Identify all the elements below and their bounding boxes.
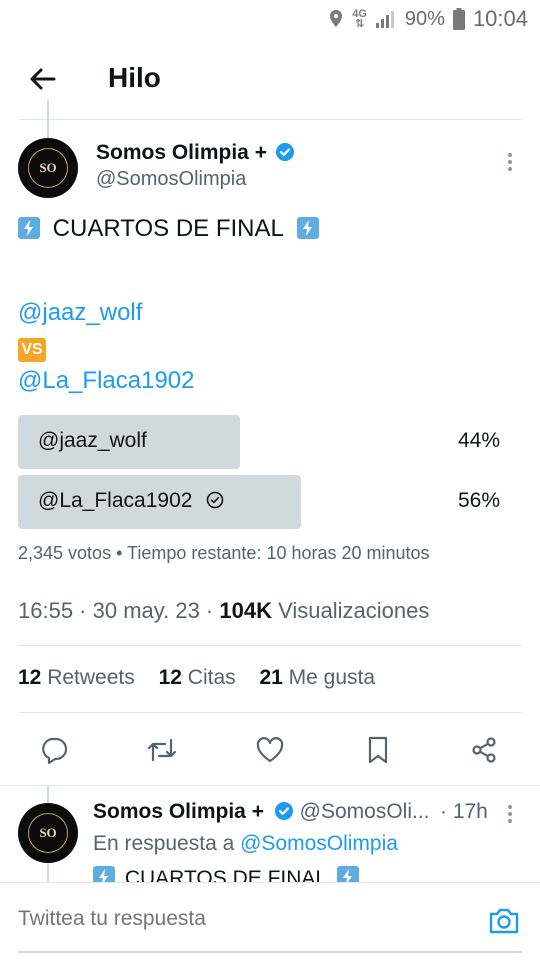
reply-author-handle[interactable]: @SomosOli...: [300, 800, 430, 823]
compose-bar: [0, 882, 540, 960]
share-icon: [472, 737, 496, 763]
vs-icon: VS: [18, 338, 46, 362]
views-label: Visualizaciones: [271, 598, 430, 623]
poll-meta: 2,345 votos • Tiempo restante: 10 horas …: [18, 543, 430, 563]
reply-time: · 17h: [440, 800, 488, 823]
tweet-text: CUARTOS DE FINAL @jaaz_wolf VS @La_Flaca…: [18, 212, 319, 398]
author-name[interactable]: Somos Olimpia +: [96, 141, 267, 164]
camera-icon: [489, 908, 519, 934]
reply-preview-title: CUARTOS DE FINAL: [124, 867, 328, 882]
likes-stat[interactable]: 21 Me gusta: [259, 666, 375, 689]
network-icon: 4G ⇅: [352, 8, 367, 30]
reply-icon: [42, 737, 68, 765]
more-options-button[interactable]: [506, 802, 514, 826]
check-circle-icon: [206, 491, 224, 509]
location-icon: [330, 10, 343, 27]
tweet-stats: 12 Retweets 12 Citas 21 Me gusta: [18, 666, 393, 690]
author-handle[interactable]: @SomosOlimpia: [96, 168, 246, 191]
reply-author-name[interactable]: Somos Olimpia +: [93, 800, 264, 823]
like-button[interactable]: [248, 728, 292, 772]
mention-link[interactable]: @jaaz_wolf: [18, 299, 142, 326]
divider: [18, 712, 522, 713]
divider: [0, 785, 540, 786]
camera-button[interactable]: [486, 903, 522, 939]
clock: 10:04: [472, 6, 528, 31]
mention-link[interactable]: @La_Flaca1902: [18, 367, 194, 394]
avatar-logo: SO: [28, 813, 68, 853]
avatar-logo: SO: [28, 148, 68, 188]
thread-line: [47, 100, 49, 138]
thread-line: [47, 863, 49, 883]
bookmark-button[interactable]: [356, 728, 400, 772]
tweet-timestamp: 16:55 · 30 may. 23 · 104K Visualizacione…: [18, 598, 429, 624]
avatar[interactable]: SO: [18, 803, 78, 863]
reply-input[interactable]: [18, 907, 468, 931]
poll-option-label: @jaaz_wolf: [38, 429, 147, 452]
input-underline: [18, 951, 522, 953]
divider: [18, 119, 522, 120]
back-arrow-icon: [30, 68, 56, 90]
bookmark-icon: [368, 736, 388, 764]
mention-link[interactable]: @SomosOlimpia: [240, 832, 398, 855]
poll-option[interactable]: @La_Flaca1902 56%: [18, 475, 504, 529]
reply-preview-text: CUARTOS DE FINAL: [93, 866, 359, 882]
lightning-icon: [18, 217, 40, 239]
reply-button[interactable]: [32, 728, 76, 772]
lightning-icon: [296, 217, 319, 239]
tweet-line-title: CUARTOS DE FINAL: [18, 212, 319, 246]
tweet-actions: [0, 728, 540, 772]
poll-option[interactable]: @jaaz_wolf 44%: [18, 415, 504, 469]
retweet-icon: [147, 738, 177, 762]
page-title: Hilo: [108, 62, 161, 93]
more-options-button[interactable]: [506, 150, 514, 174]
battery-percent: 90%: [404, 7, 445, 30]
divider: [18, 645, 522, 646]
app-header: Hilo: [0, 40, 540, 120]
verified-icon: [276, 143, 295, 161]
back-button[interactable]: [26, 62, 60, 96]
lightning-icon: [336, 866, 359, 882]
reply-context: En respuesta a @SomosOlimpia: [93, 832, 398, 856]
tweet-title-text: CUARTOS DE FINAL: [52, 215, 284, 242]
poll-option-percent: 56%: [457, 489, 500, 512]
signal-icon: [375, 11, 394, 28]
lightning-icon: [93, 866, 115, 882]
timestamp-text: 16:55 · 30 may. 23 ·: [18, 598, 220, 623]
battery-icon: [452, 8, 465, 30]
retweet-button[interactable]: [140, 728, 184, 772]
thread-line: [47, 785, 49, 803]
like-icon: [256, 737, 284, 763]
status-bar: 4G ⇅ 90% 10:04: [0, 0, 540, 38]
quotes-stat[interactable]: 12 Citas: [159, 666, 236, 689]
poll-option-percent: 44%: [457, 429, 500, 452]
views-count: 104K: [219, 598, 272, 623]
author-name-row[interactable]: Somos Olimpia +: [96, 141, 295, 165]
reply-context-prefix: En respuesta a: [93, 832, 241, 855]
avatar[interactable]: SO: [18, 138, 78, 198]
verified-icon: [274, 802, 293, 820]
retweets-stat[interactable]: 12 Retweets: [18, 666, 135, 689]
poll-option-label: @La_Flaca1902: [38, 489, 193, 512]
share-button[interactable]: [462, 728, 506, 772]
reply-author-row[interactable]: Somos Olimpia + @SomosOli...: [93, 800, 493, 824]
